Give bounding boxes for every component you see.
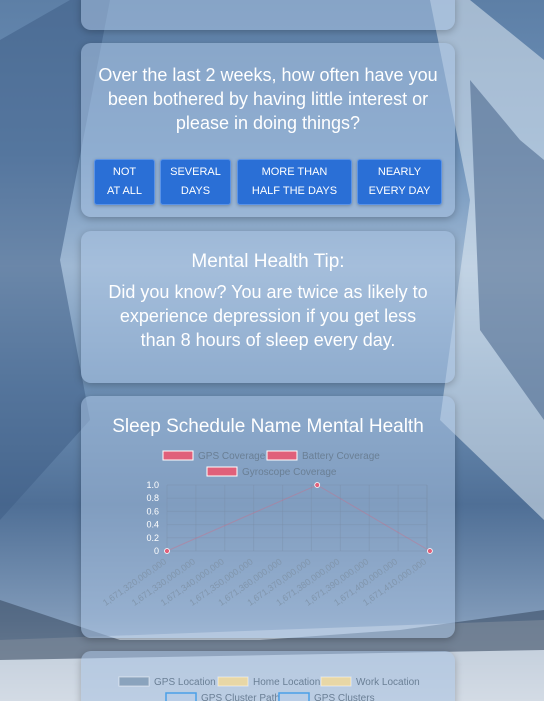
mental-health-tip-card: Mental Health Tip: Did you know? You are… [81,231,455,383]
map-legend-swatch [165,692,197,701]
tip-title: Mental Health Tip: [191,251,345,272]
option-more-than-half-button[interactable]: MORE THAN HALF THE DAYS [237,159,352,205]
legend-label: GPS Coverage [198,451,266,462]
data-point [164,548,170,554]
map-legend-label: GPS Location [154,677,216,688]
chart-title: Sleep Schedule Name Mental Health [112,416,424,437]
y-tick-label: 0.4 [146,520,159,530]
y-tick-label: 0.8 [146,493,159,503]
map-legend-label: Work Location [356,677,420,688]
legend-label: Battery Coverage [302,451,380,462]
y-tick-label: 1.0 [146,480,159,490]
map-legend-swatch [118,676,150,687]
option-not-at-all-button[interactable]: NOT AT ALL [94,159,155,205]
option-several-days-button[interactable]: SEVERAL DAYS [160,159,231,205]
map-legend-swatch [217,676,249,687]
legend-label: Gyroscope Coverage [242,467,337,478]
map-legend-label: GPS Cluster Path [201,693,280,701]
map-legend-swatch [320,676,352,687]
question-card: Over the last 2 weeks, how often have yo… [81,43,455,217]
question-text: Over the last 2 weeks, how often have yo… [98,65,438,133]
legend-swatch [266,450,298,461]
y-tick-label: 0.2 [146,533,159,543]
map-legend-swatch [278,692,310,701]
sleep-chart-card: Sleep Schedule Name Mental Health GPS Co… [81,396,455,638]
map-legend: GPS Location Home Location Work Location GP… [118,676,420,701]
data-point [314,482,321,488]
option-nearly-every-day-button[interactable]: NEARLY EVERY DAY [357,159,442,205]
series-line [166,484,431,552]
data-point [426,548,433,554]
map-legend-label: Home Location [253,677,320,688]
answer-options: NOT AT ALL SEVERAL DAYS MORE THAN HALF T… [94,159,442,205]
legend-swatch [162,450,194,461]
tip-body: Did you know? You are twice as likely to… [108,282,428,350]
y-tick-label: 0.6 [146,506,159,516]
map-legend-label: GPS Clusters [314,693,375,701]
y-tick-label: 0 [154,546,159,556]
previous-card [81,0,455,30]
map-card: GPS Location Home Location Work Location GP… [81,651,455,701]
legend-swatch [206,466,238,477]
